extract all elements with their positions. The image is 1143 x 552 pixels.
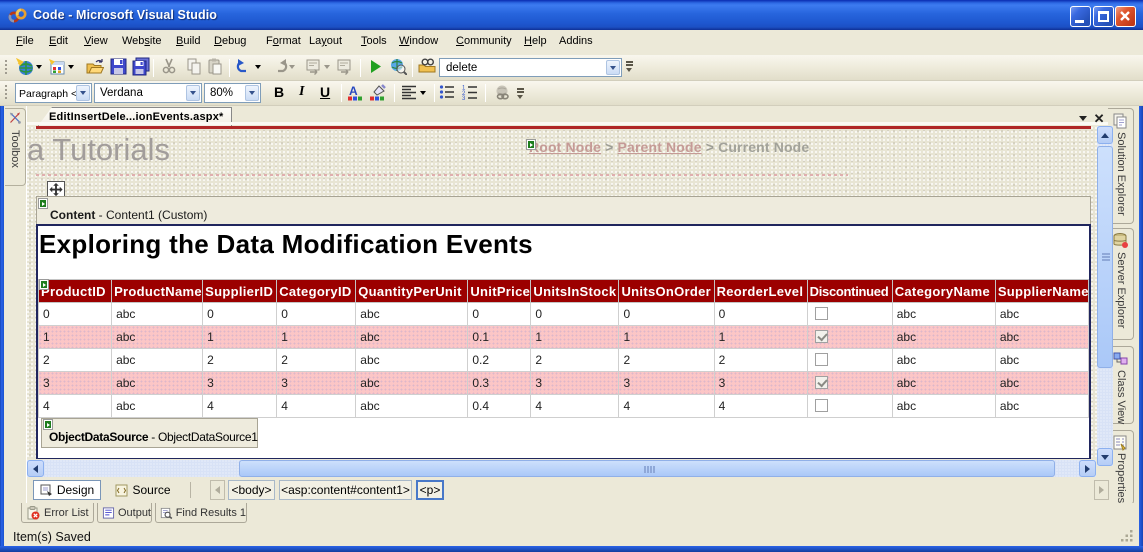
svg-text:A: A — [349, 84, 358, 98]
svg-text:3: 3 — [462, 96, 466, 100]
